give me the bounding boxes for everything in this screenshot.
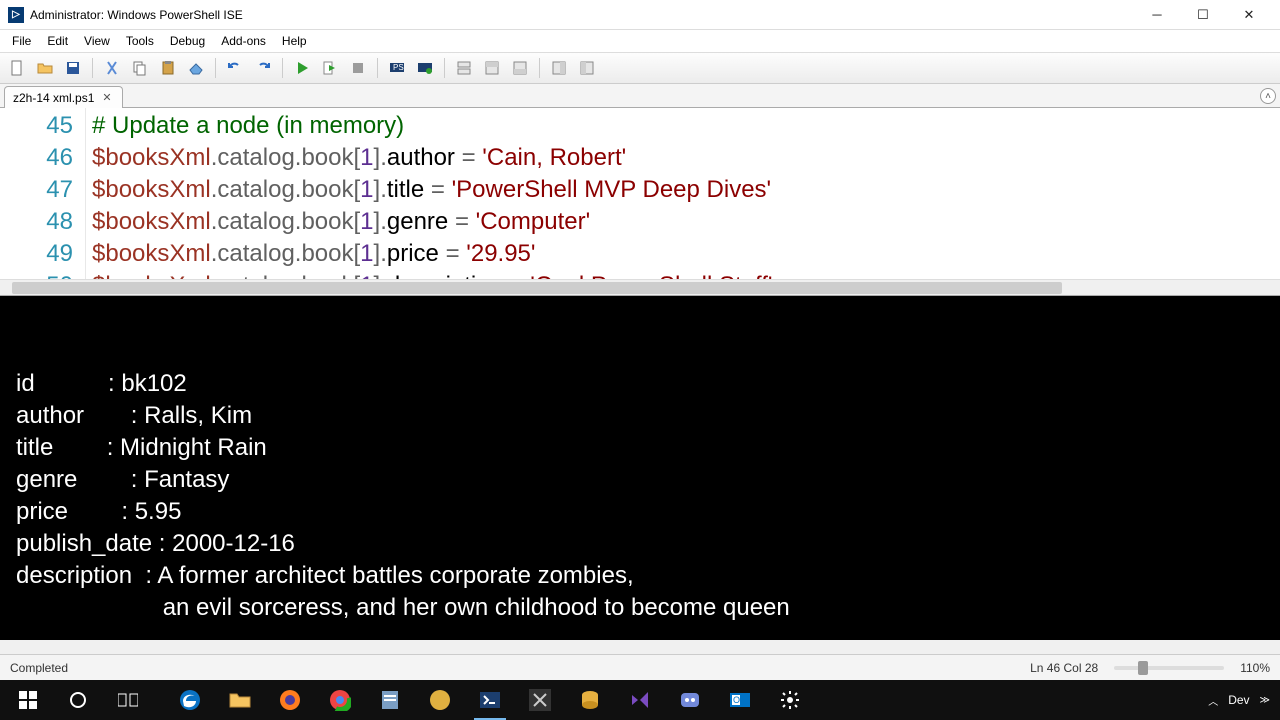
visual-studio-icon[interactable] xyxy=(616,680,664,720)
tab-label: z2h-14 xml.ps1 xyxy=(13,91,94,105)
powershell-ise-icon[interactable] xyxy=(466,680,514,720)
taskbar: O ︿ Dev ≫ xyxy=(0,680,1280,720)
menu-addons[interactable]: Add-ons xyxy=(213,32,274,50)
menu-tools[interactable]: Tools xyxy=(118,32,162,50)
menu-debug[interactable]: Debug xyxy=(162,32,213,50)
new-remote-button[interactable]: PS xyxy=(384,55,410,81)
undo-button[interactable] xyxy=(222,55,248,81)
run-selection-button[interactable] xyxy=(317,55,343,81)
maximize-button[interactable]: ☐ xyxy=(1180,0,1226,29)
menu-view[interactable]: View xyxy=(76,32,118,50)
start-remote-button[interactable] xyxy=(412,55,438,81)
paste-button[interactable] xyxy=(155,55,181,81)
save-button[interactable] xyxy=(60,55,86,81)
statusbar: Completed Ln 46 Col 28 110% xyxy=(0,654,1280,680)
status-message: Completed xyxy=(10,661,1030,675)
outlook-icon[interactable]: O xyxy=(716,680,764,720)
chrome-icon[interactable] xyxy=(316,680,364,720)
svg-text:O: O xyxy=(733,695,740,705)
line-gutter: 45 46 47 48 49 50 xyxy=(0,108,86,295)
cursor-position: Ln 46 Col 28 xyxy=(1030,661,1098,675)
window-title: Administrator: Windows PowerShell ISE xyxy=(30,8,1134,22)
file-explorer-icon[interactable] xyxy=(216,680,264,720)
script-editor[interactable]: 45 46 47 48 49 50 # Update a node (in me… xyxy=(0,108,1280,296)
menu-file[interactable]: File xyxy=(4,32,39,50)
close-button[interactable]: ✕ xyxy=(1226,0,1272,29)
console-horizontal-scrollbar[interactable] xyxy=(0,640,1280,654)
show-command-button[interactable] xyxy=(546,55,572,81)
taskview-button[interactable] xyxy=(104,680,152,720)
tabbar: z2h-14 xml.ps1 ✕ ˄ xyxy=(0,84,1280,108)
open-file-button[interactable] xyxy=(32,55,58,81)
zoom-level: 110% xyxy=(1240,661,1270,675)
svg-text:PS: PS xyxy=(393,63,404,72)
ssms-icon[interactable] xyxy=(566,680,614,720)
new-file-button[interactable] xyxy=(4,55,30,81)
copy-button[interactable] xyxy=(127,55,153,81)
tray-more-icon[interactable]: ≫ xyxy=(1260,695,1270,706)
cut-button[interactable] xyxy=(99,55,125,81)
zoom-slider[interactable] xyxy=(1114,666,1224,670)
scroll-up-icon[interactable]: ˄ xyxy=(1260,88,1276,104)
stop-button[interactable] xyxy=(345,55,371,81)
edge-icon[interactable] xyxy=(166,680,214,720)
minimize-button[interactable]: ─ xyxy=(1134,0,1180,29)
code-area[interactable]: # Update a node (in memory)$booksXml.cat… xyxy=(86,108,1280,295)
tray-label: Dev xyxy=(1228,693,1249,707)
editor-horizontal-scrollbar[interactable] xyxy=(0,279,1280,295)
show-addons-button[interactable] xyxy=(574,55,600,81)
settings-icon[interactable] xyxy=(766,680,814,720)
script-tab[interactable]: z2h-14 xml.ps1 ✕ xyxy=(4,86,123,108)
tray-chevron-icon[interactable]: ︿ xyxy=(1208,693,1218,708)
clear-button[interactable] xyxy=(183,55,209,81)
system-tray[interactable]: ︿ Dev ≫ xyxy=(1208,693,1276,708)
titlebar: ▷ Administrator: Windows PowerShell ISE … xyxy=(0,0,1280,30)
show-console-button[interactable] xyxy=(507,55,533,81)
firefox-icon[interactable] xyxy=(266,680,314,720)
show-script-button[interactable] xyxy=(479,55,505,81)
tools-icon[interactable] xyxy=(516,680,564,720)
run-script-button[interactable] xyxy=(289,55,315,81)
cortana-button[interactable] xyxy=(54,680,102,720)
redo-button[interactable] xyxy=(250,55,276,81)
show-editor-button[interactable] xyxy=(451,55,477,81)
app-yellow-icon[interactable] xyxy=(416,680,464,720)
start-button[interactable] xyxy=(4,680,52,720)
notes-icon[interactable] xyxy=(366,680,414,720)
discord-icon[interactable] xyxy=(666,680,714,720)
menu-edit[interactable]: Edit xyxy=(39,32,76,50)
menubar: File Edit View Tools Debug Add-ons Help xyxy=(0,30,1280,52)
toolbar: PS xyxy=(0,52,1280,84)
console-pane[interactable]: id : bk102 author : Ralls, Kim title : M… xyxy=(0,296,1280,654)
tab-close-icon[interactable]: ✕ xyxy=(100,91,113,104)
app-icon: ▷ xyxy=(8,7,24,23)
menu-help[interactable]: Help xyxy=(274,32,315,50)
